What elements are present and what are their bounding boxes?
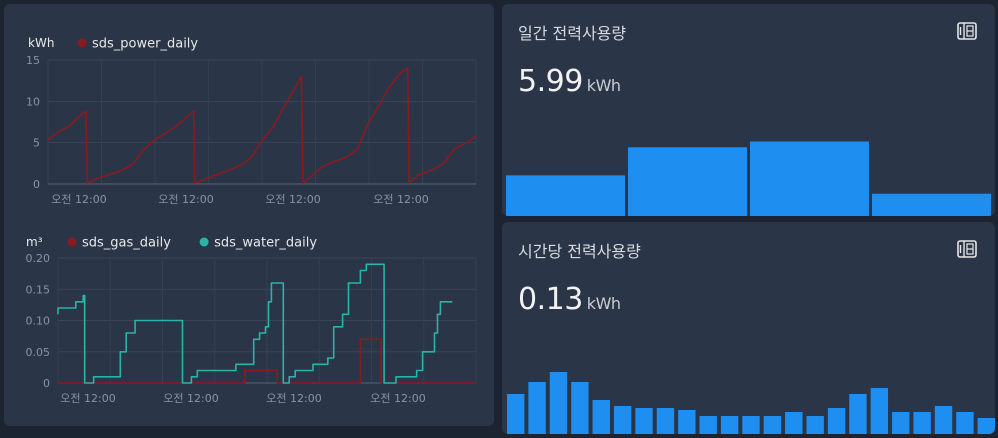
- legend-label-sds_power_daily[interactable]: sds_power_daily: [92, 37, 198, 52]
- history-graph-card[interactable]: kWh sds_power_daily 15 10 5 0 오전 12:00 오전 12:00…: [4, 4, 494, 426]
- usage-bar: [507, 394, 525, 434]
- daily-power-card[interactable]: 일간 전력사용량 5.99 kWh: [502, 4, 995, 216]
- y-tick-label: 5: [33, 137, 40, 150]
- value-unit: kWh: [586, 76, 621, 95]
- value-number: 0.13: [518, 282, 583, 317]
- legend-swatch: [67, 237, 77, 247]
- usage-bar: [934, 406, 953, 434]
- series-line-sds_water_daily: [57, 263, 453, 384]
- usage-bar: [635, 408, 653, 434]
- x-tick-label: 오전 12:00: [266, 392, 321, 405]
- usage-bar: [699, 416, 717, 434]
- usage-bar: [892, 412, 910, 434]
- usage-bar: [872, 193, 991, 216]
- usage-bar: [763, 416, 782, 434]
- value-unit: kWh: [586, 294, 621, 313]
- legend-swatch: [77, 38, 87, 48]
- hourly-bar-graph: [507, 372, 995, 434]
- usage-bar: [613, 406, 632, 434]
- y-tick-label: 0: [33, 178, 40, 191]
- legend-label-sds_gas_daily[interactable]: sds_gas_daily: [82, 236, 171, 251]
- x-tick-label: 오전 12:00: [60, 392, 115, 405]
- usage-bar: [742, 416, 760, 434]
- usage-bar: [827, 408, 846, 434]
- x-tick-label: 오전 12:00: [265, 193, 320, 206]
- gas-water-history-chart[interactable]: m³ sds_gas_daily sds_water_daily 0.20 0.15 0.…: [4, 214, 494, 426]
- sensor-value: 0.13 kWh: [518, 282, 621, 317]
- meter-icon: [957, 22, 977, 40]
- y-tick-label: 15: [26, 54, 40, 67]
- y-tick-label: 0.10: [26, 315, 51, 328]
- usage-bar: [870, 388, 889, 434]
- usage-bar: [977, 418, 995, 434]
- legend-label-sds_water_daily[interactable]: sds_water_daily: [214, 236, 317, 251]
- meter-icon: [957, 240, 977, 258]
- usage-bar: [806, 416, 824, 434]
- axis-unit-label: kWh: [28, 36, 54, 50]
- hourly-power-card[interactable]: 시간당 전력사용량 0.13 kWh: [502, 222, 995, 434]
- usage-bar: [750, 141, 869, 216]
- x-tick-label: 오전 12:00: [51, 193, 106, 206]
- card-title: 일간 전력사용량: [518, 24, 627, 43]
- usage-bar: [720, 416, 739, 434]
- usage-bar: [656, 408, 675, 434]
- x-tick-label: 오전 12:00: [158, 193, 213, 206]
- power-history-chart[interactable]: kWh sds_power_daily 15 10 5 0 오전 12:00 오전 12:00…: [4, 4, 494, 214]
- usage-bar: [571, 382, 589, 434]
- usage-bar: [592, 400, 610, 434]
- y-tick-label: 10: [26, 95, 40, 108]
- daily-bar-graph: [506, 141, 991, 216]
- x-tick-label: 오전 12:00: [370, 392, 425, 405]
- y-tick-label: 0: [43, 377, 50, 390]
- usage-bar: [913, 412, 931, 434]
- usage-bar: [849, 394, 867, 434]
- x-tick-label: 오전 12:00: [163, 392, 218, 405]
- usage-bar: [678, 410, 696, 434]
- y-tick-label: 0.05: [26, 346, 51, 359]
- sensor-value: 5.99 kWh: [518, 64, 621, 99]
- usage-bar: [628, 147, 747, 216]
- legend-swatch: [199, 237, 209, 247]
- axis-unit-label: m³: [26, 235, 43, 249]
- x-tick-label: 오전 12:00: [373, 193, 428, 206]
- card-title: 시간당 전력사용량: [518, 242, 641, 261]
- usage-bar: [506, 175, 625, 216]
- usage-bar: [549, 372, 568, 434]
- y-tick-label: 0.15: [26, 283, 51, 296]
- usage-bar: [528, 382, 546, 434]
- value-number: 5.99: [518, 64, 583, 99]
- y-tick-label: 0.20: [26, 252, 51, 265]
- usage-bar: [785, 412, 803, 434]
- usage-bar: [956, 412, 974, 434]
